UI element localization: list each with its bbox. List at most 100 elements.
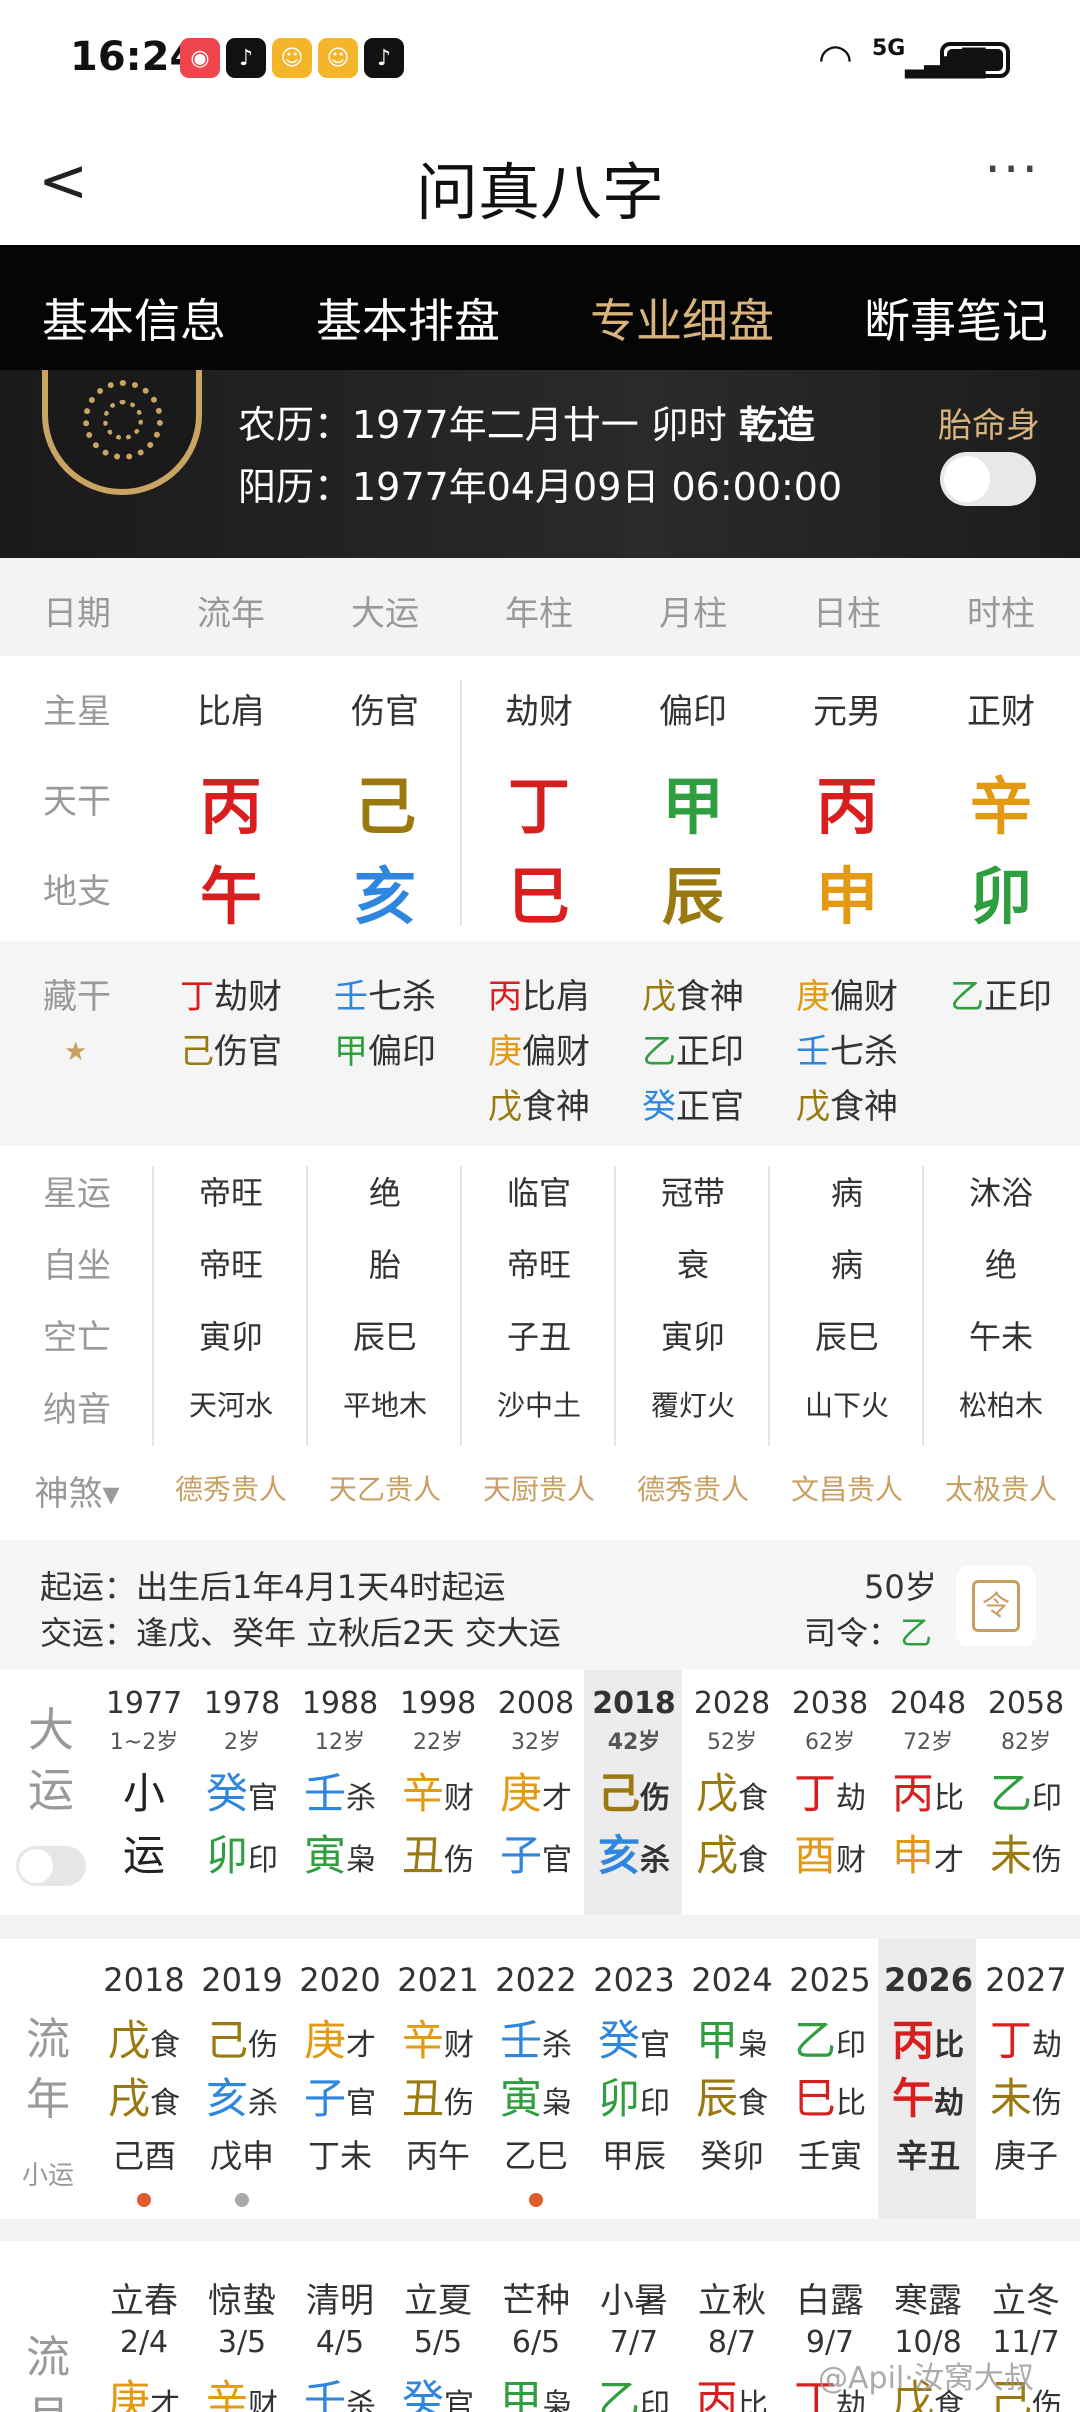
detail-label: 纳音 — [43, 1390, 111, 1430]
liuyue-gan[interactable]: 丙比 — [688, 2367, 776, 2412]
liunian-zhi[interactable]: 卯印 — [590, 2065, 678, 2126]
dayun-toggle[interactable] — [16, 1846, 86, 1886]
dayun-zhi[interactable]: 申才 — [884, 1822, 972, 1883]
detail-label: 自坐 — [43, 1246, 111, 1286]
tab-pro-chart[interactable]: 专业细盘 — [590, 285, 774, 351]
canggan-item: 庚偏财 — [770, 969, 924, 1018]
gan-shishen: 财 — [248, 2388, 278, 2412]
dayun-gan[interactable]: 庚才 — [492, 1760, 580, 1821]
dayun-age: 2岁 — [224, 1730, 260, 1755]
tab-basic-chart[interactable]: 基本排盘 — [316, 285, 500, 351]
tab-basic-info[interactable]: 基本信息 — [42, 285, 226, 351]
tab-notes[interactable]: 断事笔记 — [864, 285, 1048, 351]
gan-char: 小 — [122, 1769, 165, 1818]
liuyue-gan[interactable]: 壬杀 — [296, 2367, 384, 2412]
liunian-zhi[interactable]: 子官 — [296, 2065, 384, 2126]
liunian-gan[interactable]: 己伤 — [198, 2007, 286, 2068]
zhi-char: 辰 — [695, 2074, 738, 2123]
detail-cell: 绝 — [368, 1174, 401, 1212]
calendar-icon[interactable]: 令 — [956, 1566, 1036, 1646]
zhuxing-cell: 劫财 — [505, 692, 573, 732]
dayun-zhi[interactable]: 寅枭 — [296, 1822, 384, 1883]
dayun-gan[interactable]: 乙印 — [982, 1760, 1070, 1821]
dayun-zhi[interactable]: 未伤 — [982, 1822, 1070, 1883]
taiming-toggle[interactable] — [940, 452, 1036, 506]
liunian-zhi[interactable]: 巳比 — [786, 2065, 874, 2126]
liuyue-gan[interactable]: 庚才 — [100, 2367, 188, 2412]
shensha-item[interactable]: 文昌贵人 — [770, 1468, 924, 1508]
liuyue-gan[interactable]: 癸官 — [394, 2367, 482, 2412]
dizhi-cell: 亥 — [353, 860, 416, 933]
shensha-dropdown[interactable]: 神煞▾ — [0, 1466, 154, 1515]
canggan-shishen: 食神 — [522, 1087, 590, 1127]
jieqi-date: 3/5 — [217, 2325, 267, 2360]
jieqi-name: 清明 — [306, 2281, 374, 2321]
dayun-gan[interactable]: 辛财 — [394, 1760, 482, 1821]
liuyue-gan[interactable]: 辛财 — [198, 2367, 286, 2412]
col-date: 日期 — [43, 594, 111, 634]
liunian-gan[interactable]: 辛财 — [394, 2007, 482, 2068]
zhi-shishen: 枭 — [542, 2086, 572, 2121]
liunian-gan[interactable]: 戊食 — [100, 2007, 188, 2068]
siling: 司令：乙 — [804, 1614, 933, 1652]
zhi-char: 酉 — [793, 1831, 836, 1880]
liuyue-label-1: 流 — [26, 2332, 70, 2383]
liunian-zhi[interactable]: 寅枭 — [492, 2065, 580, 2126]
gan-char: 癸 — [401, 2376, 444, 2412]
liunian-gan[interactable]: 癸官 — [590, 2007, 678, 2068]
dayun-gan[interactable]: 壬杀 — [296, 1760, 384, 1821]
liunian-gan[interactable]: 壬杀 — [492, 2007, 580, 2068]
liunian-zhi[interactable]: 未伤 — [982, 2065, 1070, 2126]
dayun-gan[interactable]: 戊食 — [688, 1760, 776, 1821]
shensha-item[interactable]: 天厨贵人 — [462, 1468, 616, 1508]
shensha-item[interactable]: 德秀贵人 — [616, 1468, 770, 1508]
canggan-item: 壬七杀 — [770, 1024, 924, 1073]
detail-cell: 子丑 — [506, 1318, 571, 1356]
shensha-item[interactable]: 天乙贵人 — [308, 1468, 462, 1508]
liuyue-gan[interactable]: 甲枭 — [492, 2367, 580, 2412]
liunian-gan[interactable]: 甲枭 — [688, 2007, 776, 2068]
shensha-item[interactable]: 德秀贵人 — [154, 1468, 308, 1508]
liunian-zhi[interactable]: 午劫 — [884, 2065, 972, 2126]
label-dizhi: 地支 — [43, 872, 111, 912]
more-icon[interactable]: ··· — [984, 140, 1040, 200]
dayun-zhi[interactable]: 卯印 — [198, 1822, 286, 1883]
col-hour-pillar: 时柱 — [967, 594, 1035, 634]
liunian-zhi[interactable]: 亥杀 — [198, 2065, 286, 2126]
liunian-gan[interactable]: 乙印 — [786, 2007, 874, 2068]
gan-shishen: 比 — [934, 1781, 964, 1816]
dayun-gan[interactable]: 癸官 — [198, 1760, 286, 1821]
liunian-year: 2026 — [884, 1961, 974, 1999]
liunian-gan[interactable]: 丁劫 — [982, 2007, 1070, 2068]
liunian-year: 2018 — [103, 1961, 185, 1999]
detail-cell: 胎 — [368, 1246, 401, 1284]
gan-shishen: 劫 — [1032, 2028, 1062, 2063]
canggan-item: 戊食神 — [462, 1079, 616, 1128]
canggan-stem: 戊 — [642, 977, 676, 1017]
dayun-gan[interactable]: 丙比 — [884, 1760, 972, 1821]
liuyue-gan[interactable]: 乙印 — [590, 2367, 678, 2412]
dayun-zhi[interactable]: 运 — [100, 1822, 188, 1883]
canggan-item: 庚偏财 — [462, 1024, 616, 1073]
liunian-zhi[interactable]: 戌食 — [100, 2065, 188, 2126]
star-icon[interactable]: ★ — [64, 1037, 87, 1067]
shensha-item[interactable]: 太极贵人 — [924, 1468, 1078, 1508]
dayun-gan[interactable]: 小 — [100, 1760, 188, 1821]
liunian-gan[interactable]: 丙比 — [884, 2007, 972, 2068]
dayun-gan[interactable]: 己伤 — [590, 1760, 678, 1821]
liunian-zhi[interactable]: 丑伤 — [394, 2065, 482, 2126]
dayun-zhi[interactable]: 酉财 — [786, 1822, 874, 1883]
dayun-zhi[interactable]: 丑伤 — [394, 1822, 482, 1883]
canggan-stem: 乙 — [950, 977, 984, 1017]
solar-date: 阳历：1977年04月09日 06:00:00 — [238, 465, 843, 509]
liunian-zhi[interactable]: 辰食 — [688, 2065, 776, 2126]
dayun-zhi[interactable]: 子官 — [492, 1822, 580, 1883]
xiaoyun-ganzhi: 癸卯 — [699, 2137, 764, 2175]
tiktok-icon: ♪ — [364, 38, 404, 78]
dayun-zhi[interactable]: 亥杀 — [590, 1822, 678, 1883]
liunian-gan[interactable]: 庚才 — [296, 2007, 384, 2068]
zhi-shishen: 食 — [150, 2086, 180, 2121]
dayun-gan[interactable]: 丁劫 — [786, 1760, 874, 1821]
dayun-age: 42岁 — [607, 1730, 661, 1755]
dayun-zhi[interactable]: 戌食 — [688, 1822, 776, 1883]
